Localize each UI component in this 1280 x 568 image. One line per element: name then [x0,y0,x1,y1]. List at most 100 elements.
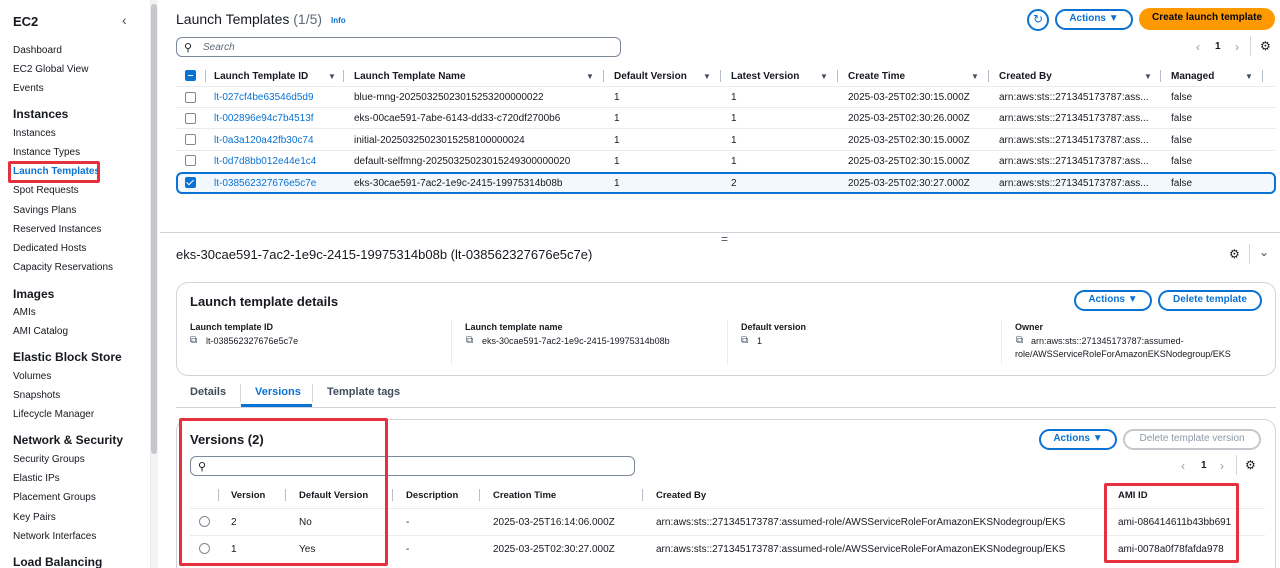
template-id-link[interactable]: lt-0d7d8bb012e44e1c4 [214,156,316,167]
sidebar-item-events[interactable]: Events [13,83,44,94]
sort-caret-icon[interactable]: ▼ [1245,72,1253,81]
copy-icon[interactable]: ⧉ [466,335,473,346]
info-link[interactable]: Info [331,16,346,25]
copy-icon[interactable]: ⧉ [741,335,748,346]
latest-version: 1 [731,113,737,124]
versions-column-creation-time[interactable]: Creation Time [493,490,556,501]
column-header-id[interactable]: Launch Template ID [214,71,308,82]
versions-actions-button[interactable]: Actions ▼ [1039,429,1117,450]
sidebar-item-lifecycle-manager[interactable]: Lifecycle Manager [13,409,94,420]
search-input[interactable]: ⚲ Search [176,37,621,57]
column-separator [479,489,480,501]
column-separator [1160,70,1161,82]
sidebar-item-placement-groups[interactable]: Placement Groups [13,492,96,503]
collapse-sidebar-icon[interactable]: ‹ [122,12,127,28]
sort-caret-icon[interactable]: ▼ [586,72,594,81]
sidebar-item-spot-requests[interactable]: Spot Requests [13,185,79,196]
actions-button[interactable]: Actions ▼ [1055,9,1133,30]
row-checkbox[interactable] [185,134,196,145]
sort-caret-icon[interactable]: ▼ [971,72,979,81]
tab-details[interactable]: Details [190,386,226,398]
sidebar-section-load-balancing[interactable]: Load Balancing [13,555,102,568]
copy-icon[interactable]: ⧉ [1016,335,1023,346]
copy-icon[interactable]: ⧉ [190,335,197,346]
sidebar-item-ami-catalog[interactable]: AMI Catalog [13,326,68,337]
tab-versions[interactable]: Versions [255,386,301,398]
sidebar-scrollbar-thumb[interactable] [151,4,157,454]
delete-template-version-button[interactable]: Delete template version [1123,429,1261,450]
template-id-link[interactable]: lt-002896e94c7b4513f [214,113,314,124]
managed: false [1171,156,1193,167]
sidebar-item-volumes[interactable]: Volumes [13,371,51,382]
row-divider [176,107,1276,108]
sidebar-item-key-pairs[interactable]: Key Pairs [13,512,56,523]
details-actions-button[interactable]: Actions ▼ [1074,290,1152,311]
column-header-created-by[interactable]: Created By [999,71,1052,82]
sidebar-item-reserved-instances[interactable]: Reserved Instances [13,224,101,235]
versions-page-number[interactable]: 1 [1201,460,1207,471]
detail-divider [1249,244,1250,264]
version-description: - [406,517,410,528]
template-name: eks-30cae591-7ac2-1e9c-2415-19975314b08b [354,178,563,189]
sidebar-item-elastic-ips[interactable]: Elastic IPs [13,473,60,484]
sidebar-item-instance-types[interactable]: Instance Types [13,147,80,158]
delete-template-button[interactable]: Delete template [1158,290,1262,311]
tab-template-tags[interactable]: Template tags [327,386,400,398]
sidebar-item-global-view[interactable]: EC2 Global View [13,64,88,75]
sidebar-section-images[interactable]: Images [13,287,54,301]
sidebar-item-security-groups[interactable]: Security Groups [13,454,85,465]
sidebar-item-snapshots[interactable]: Snapshots [13,390,60,401]
column-header-latest-version[interactable]: Latest Version [731,71,799,82]
column-header-name[interactable]: Launch Template Name [354,71,466,82]
page-number[interactable]: 1 [1215,41,1221,52]
template-id-link[interactable]: lt-0a3a120a42fb30c74 [214,135,314,146]
sort-caret-icon[interactable]: ▼ [820,72,828,81]
settings-gear-icon[interactable]: ⚙ [1260,39,1271,53]
version-description: - [406,544,410,555]
chevron-down-icon[interactable]: ⌄ [1259,245,1269,259]
sidebar-item-amis[interactable]: AMIs [13,307,36,318]
resize-handle-icon[interactable]: = [721,232,728,246]
versions-settings-gear-icon[interactable]: ⚙ [1245,458,1256,472]
create-launch-template-button[interactable]: Create launch template [1139,8,1275,30]
column-header-create-time[interactable]: Create Time [848,71,905,82]
versions-column-description[interactable]: Description [406,490,458,501]
sort-caret-icon[interactable]: ▼ [328,72,336,81]
sidebar-section-ebs[interactable]: Elastic Block Store [13,350,122,364]
next-page-icon[interactable]: › [1220,459,1224,473]
split-divider [160,232,1280,233]
sidebar-item-dashboard[interactable]: Dashboard [13,45,62,56]
created-by: arn:aws:sts::271345173787:ass... [999,178,1149,189]
versions-column-created-by[interactable]: Created By [656,490,706,501]
managed: false [1171,178,1193,189]
next-page-icon[interactable]: › [1235,40,1239,54]
row-divider [176,86,1276,87]
sidebar-item-savings-plans[interactable]: Savings Plans [13,205,76,216]
detail-settings-gear-icon[interactable]: ⚙ [1229,247,1240,261]
sort-caret-icon[interactable]: ▼ [703,72,711,81]
sidebar-item-network-interfaces[interactable]: Network Interfaces [13,531,96,542]
pagination-divider [1236,455,1237,475]
sidebar-item-capacity-reservations[interactable]: Capacity Reservations [13,262,113,273]
row-checkbox[interactable] [185,155,196,166]
sort-caret-icon[interactable]: ▼ [1144,72,1152,81]
row-checkbox-checked[interactable] [185,177,196,188]
prev-page-icon[interactable]: ‹ [1181,459,1185,473]
sidebar-item-instances[interactable]: Instances [13,128,56,139]
row-checkbox[interactable] [185,92,196,103]
refresh-icon[interactable]: ↻ [1027,9,1049,31]
prev-page-icon[interactable]: ‹ [1196,40,1200,54]
sidebar-item-dedicated-hosts[interactable]: Dedicated Hosts [13,243,86,254]
column-header-default-version[interactable]: Default Version [614,71,687,82]
select-all-checkbox[interactable] [185,70,196,81]
tabs-underline [176,407,1276,408]
sidebar-section-instances[interactable]: Instances [13,107,68,121]
column-separator [1262,70,1263,82]
column-header-managed[interactable]: Managed [1171,71,1214,82]
field-label-name: Launch template name [465,322,563,332]
sidebar-section-network-security[interactable]: Network & Security [13,433,123,447]
page-title: Launch Templates (1/5) [176,11,323,27]
template-id-link[interactable]: lt-027cf4be63546d5d9 [214,92,314,103]
template-id-link[interactable]: lt-038562327676e5c7e [214,178,316,189]
row-checkbox[interactable] [185,113,196,124]
